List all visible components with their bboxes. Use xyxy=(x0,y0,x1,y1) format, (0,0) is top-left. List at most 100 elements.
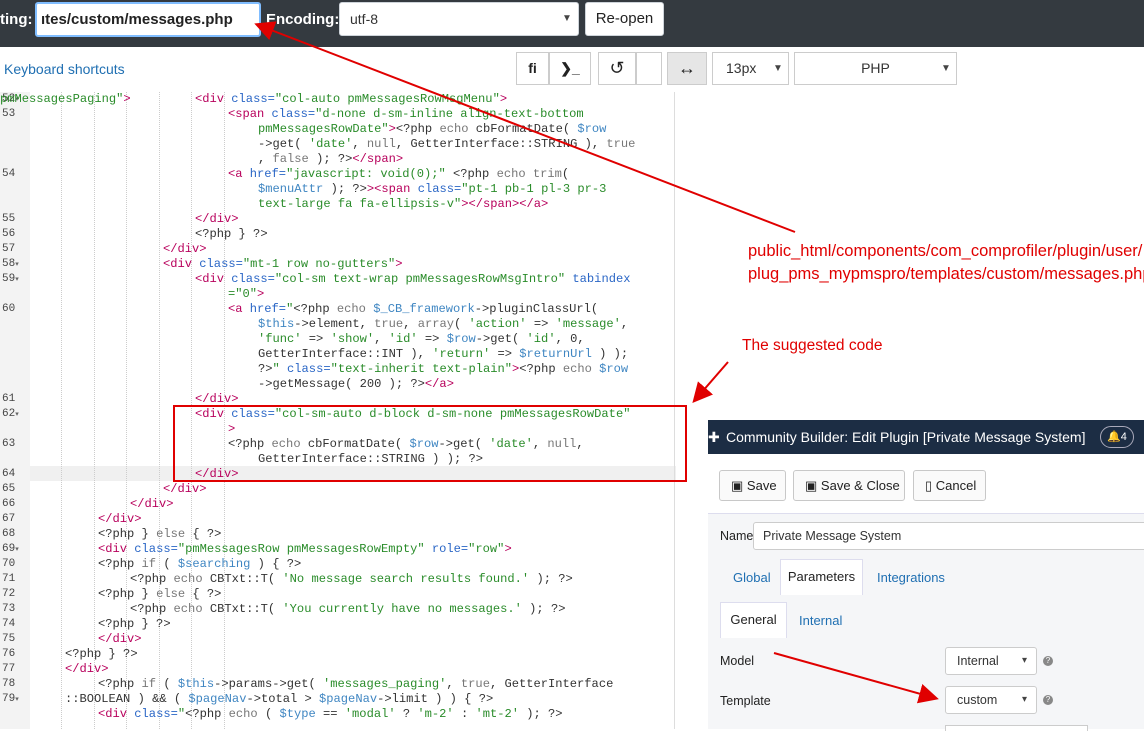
code-token: ) ); xyxy=(591,347,629,361)
code-line: <div class="pmMessagesRow pmMessagesRowE… xyxy=(98,542,512,557)
line-number: 78 xyxy=(0,677,30,692)
font-size-select[interactable]: 13px ▼ xyxy=(712,52,789,85)
code-token: "d-none d-sm-inline align-text-bottom xyxy=(315,107,584,121)
code-token: , xyxy=(446,677,461,691)
tab-global[interactable]: Global xyxy=(733,570,771,585)
floppy-icon: ▣ xyxy=(805,478,818,493)
search-button[interactable]: ﬁ xyxy=(516,52,549,85)
line-number-text: 69 xyxy=(2,543,16,555)
save-button[interactable]: ▣ Save xyxy=(719,470,786,501)
encoding-select[interactable]: utf-8 ▼ xyxy=(339,2,579,36)
file-path-input[interactable]: ıtes/custom/messages.php xyxy=(35,2,261,37)
subtab-internal[interactable]: Internal xyxy=(799,613,842,628)
indent-guide xyxy=(159,92,160,729)
code-token: <?php xyxy=(519,362,563,376)
code-token: </div> xyxy=(163,242,207,256)
terminal-button[interactable]: ❯_ xyxy=(549,52,591,85)
code-token: echo trim xyxy=(496,167,562,181)
line-number-text: 76 xyxy=(2,648,16,660)
fold-toggle-icon[interactable]: ▾ xyxy=(15,261,19,269)
code-token: echo xyxy=(439,122,476,136)
code-line: ="0"> xyxy=(228,287,264,302)
code-token: 'mt-2' xyxy=(475,707,520,721)
file-label: ting: xyxy=(0,11,33,28)
code-token: 'return' xyxy=(432,347,491,361)
code-token: class= xyxy=(271,107,316,121)
line-number-text: 66 xyxy=(2,498,16,510)
indent-guide xyxy=(94,92,95,729)
undo-button[interactable]: ↺ xyxy=(598,52,636,85)
code-token: <?php } xyxy=(98,527,157,541)
code-token: ); ?> xyxy=(521,602,566,616)
code-token: : xyxy=(453,707,476,721)
model-select[interactable]: Internal ▾ xyxy=(945,647,1037,675)
code-line: <a href="javascript: void(0);" <?php ech… xyxy=(228,167,569,182)
line-number: 73 xyxy=(0,602,30,617)
cancel-button[interactable]: ▯ Cancel xyxy=(913,470,986,501)
code-token: <div xyxy=(98,707,135,721)
template-select[interactable]: custom ▾ xyxy=(945,686,1037,714)
line-number: 64 xyxy=(0,467,30,482)
code-token: "mt-1 row no-gutters" xyxy=(242,257,396,271)
line-number-text: 71 xyxy=(2,573,16,585)
code-line: ->get( 'date', null, GetterInterface::ST… xyxy=(258,137,635,152)
notifications-badge[interactable]: 🔔4 xyxy=(1100,426,1134,448)
line-number-text: 65 xyxy=(2,483,16,495)
cancel-icon: ▯ xyxy=(925,478,933,493)
line-number: 70 xyxy=(0,557,30,572)
code-token: <?php } ?> xyxy=(65,647,138,661)
code-token: 'id' xyxy=(526,332,556,346)
code-token: , xyxy=(352,137,367,151)
code-token: , GetterInterface xyxy=(489,677,614,691)
code-token: ></span></a> xyxy=(461,197,549,211)
language-select[interactable]: PHP ▼ xyxy=(794,52,957,85)
code-token: 'message' xyxy=(555,317,621,331)
fold-toggle-icon[interactable]: ▾ xyxy=(15,411,19,419)
name-input[interactable]: Private Message System xyxy=(753,522,1144,550)
blank-toggle-button[interactable] xyxy=(636,52,662,85)
code-token: ( xyxy=(257,707,280,721)
code-token: role= xyxy=(424,542,469,556)
code-token: ->params->get( xyxy=(214,677,324,691)
code-token: => xyxy=(301,332,331,346)
code-token: false xyxy=(272,152,309,166)
next-field xyxy=(945,725,1088,731)
code-token: > xyxy=(395,257,403,271)
code-token: class= xyxy=(134,707,178,721)
code-line: <?php echo CBTxt::T( 'You currently have… xyxy=(130,602,565,617)
code-line: </div> xyxy=(65,662,109,677)
code-line: <div class="mt-1 row no-gutters"> xyxy=(163,257,403,272)
code-token: "pt-1 pb-1 pl-3 pr-3 xyxy=(461,182,607,196)
code-token: { ?> xyxy=(185,587,222,601)
reopen-button[interactable]: Re-open xyxy=(585,2,664,36)
line-number-text: 53 xyxy=(2,108,16,120)
tab-integrations[interactable]: Integrations xyxy=(877,570,945,585)
code-token: ->get( xyxy=(258,137,309,151)
code-token: ( xyxy=(156,557,178,571)
fold-toggle-icon[interactable]: ▾ xyxy=(15,546,19,554)
code-line: ->getMessage( 200 ); ?></a> xyxy=(258,377,454,392)
code-token: <div xyxy=(195,272,232,286)
code-token: </span> xyxy=(352,152,404,166)
code-token: ( xyxy=(453,317,469,331)
code-token: </div> xyxy=(195,392,239,406)
save-label: Save xyxy=(746,478,777,493)
keyboard-shortcuts-link[interactable]: Keyboard shortcuts xyxy=(4,61,125,77)
wrap-toggle-button[interactable]: ↔ xyxy=(667,52,707,85)
save-close-button[interactable]: ▣ Save & Close xyxy=(793,470,905,501)
fold-toggle-icon[interactable]: ▾ xyxy=(15,276,19,284)
tab-parameters[interactable]: Parameters xyxy=(780,559,863,595)
code-line: $this->element, true, array( 'action' =>… xyxy=(258,317,628,332)
panel-toolbar: ▣ Save ▣ Save & Close ▯ Cancel xyxy=(708,454,1144,514)
code-token: ); ?> xyxy=(529,572,573,586)
code-token: <?php } xyxy=(98,587,157,601)
fold-toggle-icon[interactable]: ▾ xyxy=(15,696,19,704)
code-token: , xyxy=(374,332,389,346)
code-token: $row xyxy=(577,122,607,136)
subtab-general[interactable]: General xyxy=(720,602,787,638)
line-number: 58▾ xyxy=(0,257,30,272)
line-number-text: 75 xyxy=(2,633,16,645)
code-line: ?>" class="text-inherit text-plain"><?ph… xyxy=(258,362,628,377)
line-number-text: 73 xyxy=(2,603,16,615)
code-token: <?php } ?> xyxy=(98,617,171,631)
